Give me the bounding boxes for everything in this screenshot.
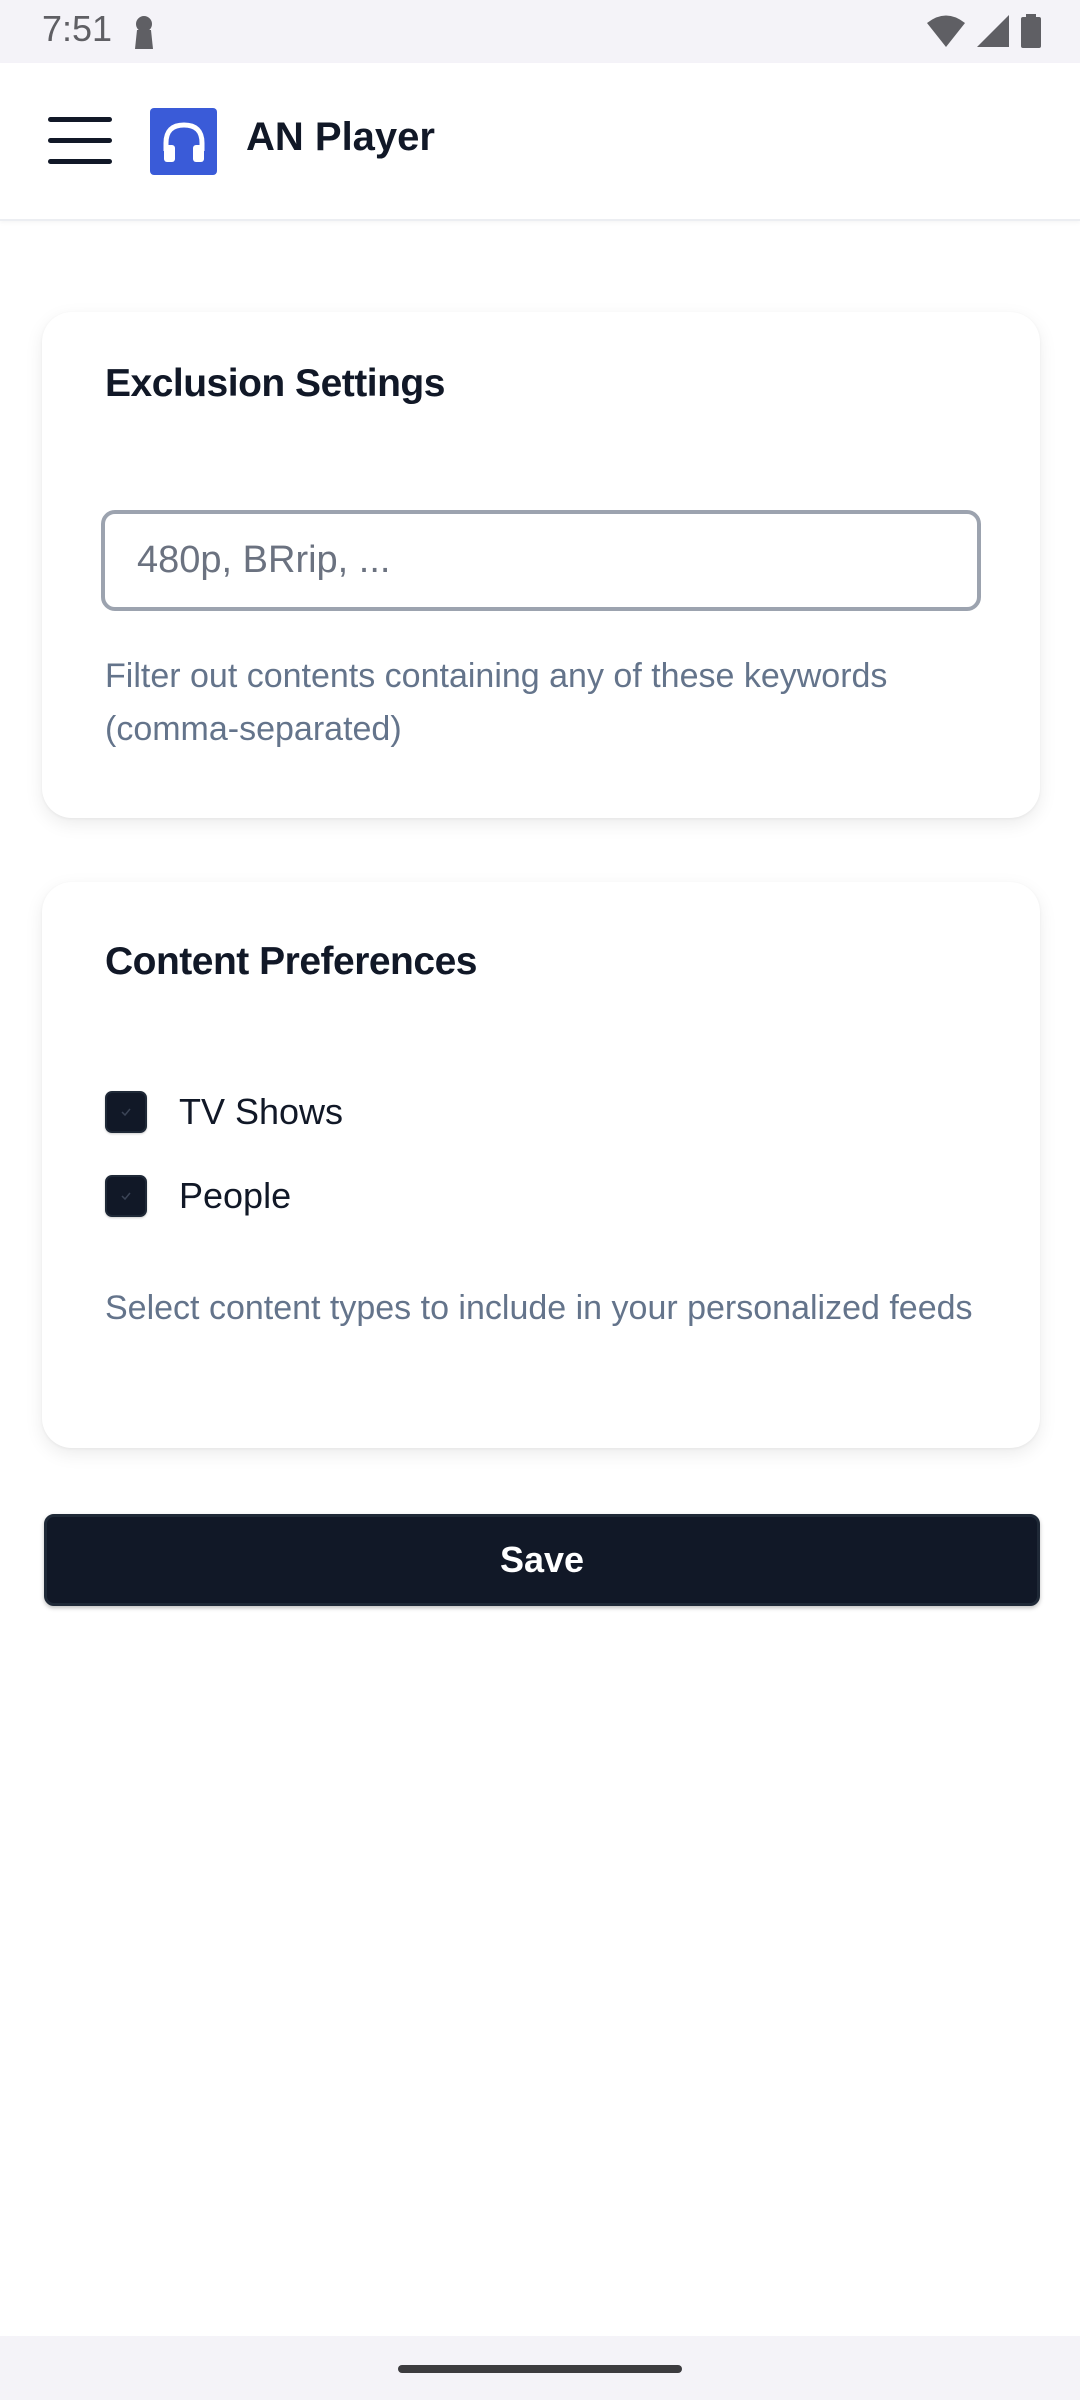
app-title: AN Player bbox=[246, 115, 435, 159]
exclusion-settings-title: Exclusion Settings bbox=[105, 362, 445, 405]
status-icons bbox=[926, 14, 1042, 53]
save-button[interactable]: Save bbox=[44, 1514, 1040, 1606]
content-preferences-card: Content Preferences TV Shows People Sele… bbox=[42, 882, 1040, 1448]
hamburger-menu-icon[interactable] bbox=[48, 113, 114, 169]
tv-shows-checkbox[interactable] bbox=[105, 1091, 147, 1133]
people-option[interactable]: People bbox=[105, 1172, 291, 1220]
exclusion-helper-text: Filter out contents containing any of th… bbox=[105, 657, 888, 748]
app-bar: AN Player bbox=[0, 63, 1080, 221]
people-label: People bbox=[179, 1175, 292, 1216]
exclusion-settings-card: Exclusion Settings Filter out contents c… bbox=[42, 312, 1040, 818]
tv-shows-label: TV Shows bbox=[179, 1091, 344, 1132]
lock-icon bbox=[132, 14, 156, 55]
headphones-icon bbox=[150, 108, 217, 175]
people-checkbox[interactable] bbox=[105, 1175, 147, 1217]
status-time: 7:51 bbox=[42, 8, 113, 49]
battery-icon bbox=[1020, 14, 1042, 53]
home-indicator[interactable] bbox=[398, 2365, 682, 2373]
system-nav-bar bbox=[0, 2336, 1080, 2400]
content-preferences-title: Content Preferences bbox=[105, 940, 477, 983]
preferences-helper-text: Select content types to include in your … bbox=[105, 1289, 973, 1327]
tv-shows-option[interactable]: TV Shows bbox=[105, 1088, 343, 1136]
status-bar: 7:51 bbox=[0, 0, 1080, 63]
exclusion-keywords-input[interactable] bbox=[101, 510, 981, 611]
cell-signal-icon bbox=[976, 14, 1010, 53]
wifi-icon bbox=[926, 14, 966, 53]
